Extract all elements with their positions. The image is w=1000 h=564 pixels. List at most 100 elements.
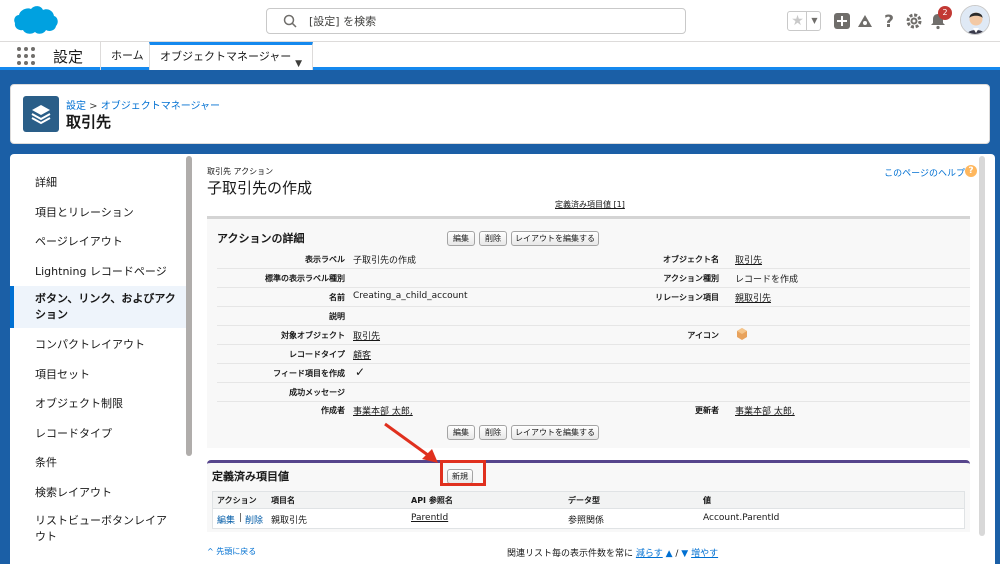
triangle-down-icon: ▼ (681, 549, 689, 559)
row-api-name-link[interactable]: ParentId (411, 513, 448, 523)
content-scrollbar[interactable] (979, 156, 985, 536)
row-divider (217, 325, 970, 326)
star-icon[interactable]: ★ (789, 12, 806, 30)
edit-button[interactable]: 編集 (447, 231, 475, 246)
column-header: データ型 (568, 496, 600, 505)
svg-text:?: ? (884, 12, 894, 31)
row-divider (217, 382, 970, 383)
back-to-top-link[interactable]: ^ 先頭に戻る (207, 546, 256, 557)
sidebar-item-search-layouts[interactable]: 検索レイアウト (10, 484, 186, 500)
field-label: フィード項目を作成 (273, 369, 345, 378)
main-panel: 詳細 項目とリレーション ページレイアウト Lightning レコードページ … (10, 154, 995, 564)
action-icon (737, 328, 747, 340)
edit-layout-button[interactable]: レイアウトを編集する (511, 231, 599, 246)
record-type-link[interactable]: 顧客 (353, 348, 371, 361)
row-divider (217, 344, 970, 345)
created-by-link[interactable]: 事業本部 太郎, (353, 404, 413, 417)
sidebar-item-list-view-button-layout[interactable]: リストビューボタンレイアウト (10, 513, 186, 545)
target-object-link[interactable]: 取引先 (353, 329, 380, 342)
row-field-name: 親取引先 (271, 516, 308, 526)
edit-button-bottom[interactable]: 編集 (447, 425, 475, 440)
search-icon (283, 14, 297, 28)
field-label: 作成者 (321, 406, 345, 415)
row-data-type: 参照関係 (568, 516, 605, 526)
global-search[interactable] (266, 8, 686, 34)
show-more-link[interactable]: 増やす (691, 549, 718, 559)
table-row: 編集 | 削除 親取引先 ParentId 参照関係 Account.Paren… (212, 509, 965, 529)
field-label: 名前 (329, 293, 345, 302)
avatar[interactable] (960, 5, 990, 35)
edit-layout-button-bottom[interactable]: レイアウトを編集する (511, 425, 599, 440)
app-launcher-icon[interactable] (16, 46, 36, 66)
field-label: 対象オブジェクト (281, 331, 345, 340)
sidebar-item-record-types[interactable]: レコードタイプ (10, 425, 186, 441)
section-title-action-details: アクションの詳細 (217, 232, 305, 245)
search-input[interactable] (309, 12, 669, 30)
field-label: 成功メッセージ (289, 388, 345, 397)
tab-object-manager[interactable]: オブジェクトマネージャー ▼ (149, 42, 313, 70)
table-header: アクション 項目名 API 参照名 データ型 値 (212, 491, 965, 509)
field-label: 更新者 (695, 406, 719, 415)
layers-icon (23, 96, 59, 132)
row-delete-link[interactable]: 削除 (245, 513, 263, 526)
sidebar-item-conditions[interactable]: 条件 (10, 454, 186, 470)
help-question-icon[interactable]: ? (965, 165, 977, 177)
sidebar-item-field-sets[interactable]: 項目セット (10, 366, 186, 382)
action-title: 子取引先の作成 (207, 179, 313, 197)
salesforce-cloud-logo[interactable] (12, 5, 58, 37)
trailhead-icon[interactable] (855, 11, 875, 31)
relation-field-link[interactable]: 親取引先 (735, 291, 771, 304)
sidebar-item-details[interactable]: 詳細 (10, 174, 186, 190)
back-to-top-label: 先頭に戻る (216, 547, 257, 556)
row-edit-link[interactable]: 編集 (217, 513, 235, 526)
delete-button-bottom[interactable]: 削除 (479, 425, 507, 440)
notification-badge: 2 (938, 6, 952, 20)
help-link[interactable]: このページのヘルプ (884, 166, 965, 179)
favorites-group[interactable]: ★ ▼ (787, 11, 821, 31)
action-detail-section: アクションの詳細 編集 削除 レイアウトを編集する 表示ラベル 子取引先の作成 … (207, 216, 970, 448)
sidebar-item-buttons-links-actions[interactable]: ボタン、リンク、およびアクション (10, 286, 186, 328)
field-label: リレーション項目 (655, 293, 719, 302)
tab-object-manager-label: オブジェクトマネージャー (160, 50, 292, 63)
field-label: アクション種別 (663, 274, 719, 283)
field-label: オブジェクト名 (663, 255, 719, 264)
chevron-down-icon[interactable]: ▼ (295, 52, 302, 76)
help-icon[interactable]: ? (879, 11, 899, 31)
content-area: 取引先 アクション 子取引先の作成 このページのヘルプ ? 定義済み項目値 [1… (207, 154, 995, 564)
field-label: 説明 (329, 312, 345, 321)
breadcrumb: 設定 > オブジェクトマネージャー (66, 97, 220, 112)
sidebar-item-lightning-pages[interactable]: Lightning レコードページ (10, 263, 186, 279)
breadcrumb-object-manager-link[interactable]: オブジェクトマネージャー (101, 101, 220, 112)
predefined-values-section: 定義済み項目値 新規 アクション 項目名 API 参照名 データ型 値 編集 |… (207, 460, 970, 532)
field-value: Creating_a_child_account (353, 291, 468, 301)
gear-icon[interactable] (904, 11, 924, 31)
field-label: アイコン (687, 331, 719, 340)
page-subtitle: 取引先 アクション (207, 167, 274, 176)
sidebar: 詳細 項目とリレーション ページレイアウト Lightning レコードページ … (10, 154, 192, 564)
plus-icon[interactable] (832, 11, 852, 31)
list-size-text: 関連リスト毎の表示件数を常に (507, 549, 634, 559)
sidebar-item-object-limits[interactable]: オブジェクト制限 (10, 395, 186, 411)
sidebar-item-page-layouts[interactable]: ページレイアウト (10, 233, 186, 249)
sidebar-item-fields[interactable]: 項目とリレーション (10, 204, 186, 220)
tab-home[interactable]: ホーム (100, 42, 154, 70)
sidebar-scrollbar[interactable] (186, 156, 192, 456)
global-header: ★ ▼ ? 2 (0, 0, 1000, 42)
modified-by-link[interactable]: 事業本部 太郎, (735, 404, 795, 417)
column-header: 項目名 (271, 496, 295, 505)
defined-values-link[interactable]: 定義済み項目値 [1] (555, 199, 625, 210)
show-fewer-link[interactable]: 減らす (636, 549, 663, 559)
delete-button[interactable]: 削除 (479, 231, 507, 246)
sidebar-item-compact-layouts[interactable]: コンパクトレイアウト (10, 336, 186, 352)
app-name: 設定 (53, 48, 84, 66)
row-divider (217, 401, 970, 402)
column-header: 値 (703, 496, 711, 505)
object-name-link[interactable]: 取引先 (735, 253, 762, 266)
column-header: アクション (217, 496, 257, 505)
row-divider (217, 363, 970, 364)
context-bar: 設定 ホーム オブジェクトマネージャー ▼ (0, 42, 1000, 70)
chevron-down-icon[interactable]: ▼ (808, 12, 821, 30)
column-header: API 参照名 (411, 496, 453, 505)
row-action-separator: | (239, 513, 243, 523)
user-avatar-icon (961, 6, 989, 34)
